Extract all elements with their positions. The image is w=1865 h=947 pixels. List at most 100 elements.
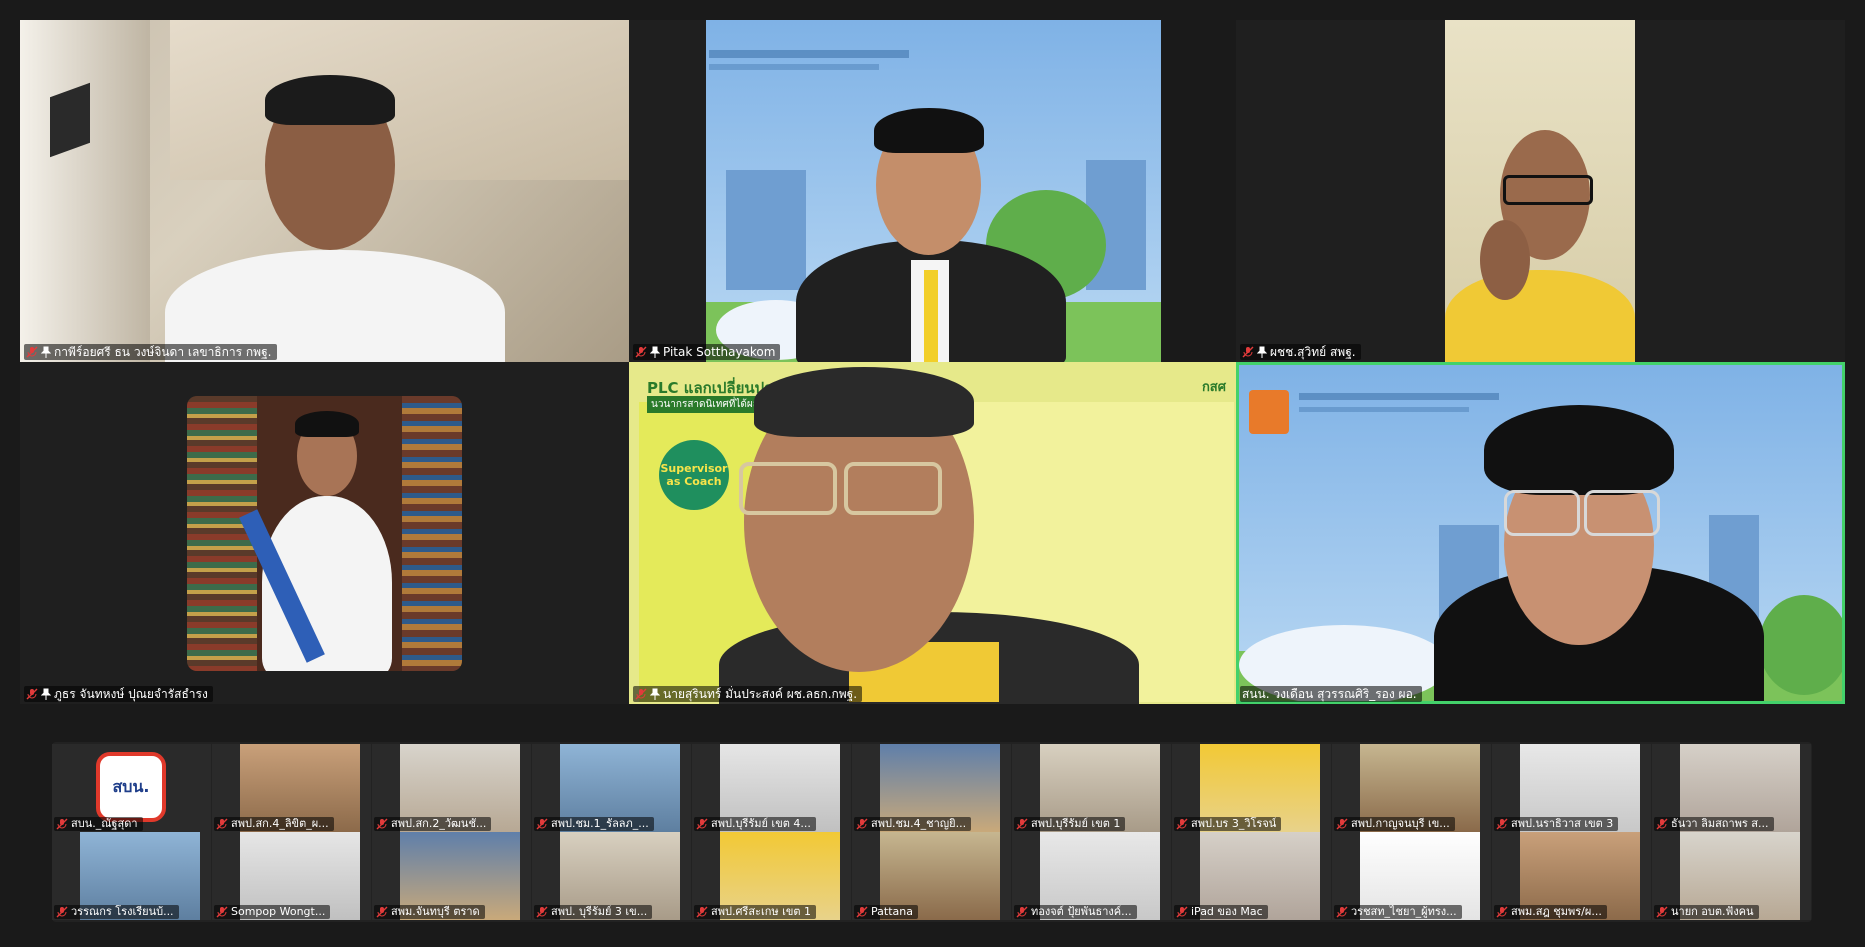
participant-name: วรชสท_ไชยา_ผู้ทรง... [1351, 905, 1457, 918]
participant-name: ภูธร จันทหงษ์ ปุณยจำรัสธำรง [54, 687, 208, 701]
muted-mic-icon [56, 818, 68, 830]
participant-name: นายก อบต.ฟังคน [1671, 905, 1754, 918]
video-feed [20, 20, 629, 362]
thumbnail-tile[interactable]: สพม.สฎ ชุมพร/ผ... [1492, 832, 1651, 920]
video-tile-active-speaker[interactable]: สนน. วงเดือน สุวรรณศิริ_รอง ผอ. [1236, 362, 1845, 704]
muted-mic-icon [1336, 818, 1348, 830]
participant-name: สพป.ชม.1_รัลลภ_... [551, 817, 649, 830]
thumbnail-tile[interactable]: สพป.สก.4_ลิขิต_ผ... [212, 744, 371, 832]
thumbnail-tile[interactable]: สพป.บร 3_วิโรจน์ [1172, 744, 1331, 832]
muted-mic-icon [856, 818, 868, 830]
muted-mic-icon [216, 906, 228, 918]
thumbnail-tile[interactable]: นายก อบต.ฟังคน [1652, 832, 1811, 920]
pin-icon [649, 688, 661, 700]
participant-nameplate: นายก อบต.ฟังคน [1654, 905, 1759, 919]
participant-nameplate: กาพีร์อยศรี ธน วงษ์จินดา เลขาธิการ กพฐ. [24, 344, 277, 360]
video-tile-1[interactable]: กาพีร์อยศรี ธน วงษ์จินดา เลขาธิการ กพฐ. [20, 20, 629, 362]
participant-nameplate: ภูธร จันทหงษ์ ปุณยจำรัสธำรง [24, 686, 213, 702]
participant-name: ผชช.สุวิทย์ สพฐ. [1270, 345, 1356, 359]
video-feed [1239, 365, 1842, 701]
muted-mic-icon [696, 906, 708, 918]
participant-nameplate: นายสุรินทร์ มั่นประสงค์ ผช.ลธก.กพฐ. [633, 686, 863, 702]
thumbnail-tile[interactable]: สบน. สบน._ณัฐสุดา [52, 744, 211, 832]
screen-brand: กสศ [1201, 380, 1226, 395]
participant-nameplate: สพป.นราธิวาส เขต 3 [1494, 817, 1619, 831]
thumbnail-tile[interactable]: Sompop Wongt... [212, 832, 371, 920]
participant-nameplate: สนน. วงเดือน สุวรรณศิริ_รอง ผอ. [1240, 686, 1422, 702]
thumbnail-tile[interactable]: สพป.สก.2_วัฒนชั... [372, 744, 531, 832]
participant-nameplate: วรรณกร โรงเรียนบ้... [54, 905, 179, 919]
pin-icon [40, 688, 52, 700]
participant-name: กาพีร์อยศรี ธน วงษ์จินดา เลขาธิการ กพฐ. [54, 345, 272, 359]
thumbnail-tile[interactable]: สพป. บุรีรัมย์ 3 เข... [532, 832, 691, 920]
video-feed [706, 20, 1161, 362]
muted-mic-icon [216, 818, 228, 830]
participant-name: สพป.บร 3_วิโรจน์ [1191, 817, 1277, 830]
muted-mic-icon [1656, 818, 1668, 830]
muted-mic-icon [696, 818, 708, 830]
pin-icon [40, 346, 52, 358]
video-feed [187, 396, 462, 671]
participant-name: สนน. วงเดือน สุวรรณศิริ_รอง ผอ. [1242, 687, 1417, 701]
muted-mic-icon [1016, 818, 1028, 830]
video-tile-2[interactable]: Pitak Sotthayakom [629, 20, 1161, 362]
pin-icon [1256, 346, 1268, 358]
muted-mic-icon [1176, 906, 1188, 918]
participant-name: สพป.บุรีรัมย์ เขต 4... [711, 817, 811, 830]
participant-name: สพป.กาญจนบุรี เข... [1351, 817, 1450, 830]
video-tile-5[interactable]: PLC แลกเปลี่ยนประสบการณ์ นวนากรสาดนิเทศท… [629, 362, 1238, 704]
participant-nameplate: Sompop Wongt... [214, 905, 331, 919]
participant-name: Sompop Wongt... [231, 905, 326, 918]
participant-nameplate: สพป.กาญจนบุรี เข... [1334, 817, 1455, 831]
participant-name: Pitak Sotthayakom [663, 345, 776, 359]
pin-icon [649, 346, 661, 358]
thumbnail-tile[interactable]: Pattana [852, 832, 1011, 920]
thumbnail-tile[interactable]: สพป.บุรีรัมย์ เขต 1 [1012, 744, 1171, 832]
participant-nameplate: สพป.ชม.4_ชาญยิ... [854, 817, 972, 831]
participant-name: Pattana [871, 905, 913, 918]
participant-nameplate: ธันวา ลิมสถาพร ส... [1654, 817, 1774, 831]
muted-mic-icon [1496, 906, 1508, 918]
obec-logo: สบน. [96, 752, 166, 822]
participant-nameplate: สพป.ศรีสะเกษ เขต 1 [694, 905, 817, 919]
participant-nameplate: ทองจต์ ปุ้ยพันธางค์... [1014, 905, 1137, 919]
participant-nameplate: สพป.บุรีรัมย์ เขต 4... [694, 817, 816, 831]
participant-name: สบน._ณัฐสุดา [71, 817, 138, 830]
video-tile-4[interactable]: ภูธร จันทหงษ์ ปุณยจำรัสธำรง [20, 362, 629, 704]
participant-name: ทองจต์ ปุ้ยพันธางค์... [1031, 905, 1132, 918]
muted-mic-icon [536, 906, 548, 918]
thumbnail-tile[interactable]: สพป.บุรีรัมย์ เขต 4... [692, 744, 851, 832]
participant-name: นายสุรินทร์ มั่นประสงค์ ผช.ลธก.กพฐ. [663, 687, 858, 701]
participant-nameplate: วรชสท_ไชยา_ผู้ทรง... [1334, 905, 1462, 919]
muted-mic-icon [26, 688, 38, 700]
participant-name: สพป.สก.2_วัฒนชั... [391, 817, 487, 830]
thumbnail-tile[interactable]: วรรณกร โรงเรียนบ้... [52, 832, 211, 920]
participant-nameplate: iPad ของ Mac [1174, 905, 1268, 919]
thumbnail-tile[interactable]: ธันวา ลิมสถาพร ส... [1652, 744, 1811, 832]
muted-mic-icon [376, 906, 388, 918]
muted-mic-icon [635, 688, 647, 700]
thumbnail-tile[interactable]: สพป.กาญจนบุรี เข... [1332, 744, 1491, 832]
thumbnail-tile[interactable]: สพม.จันทบุรี ตราด [372, 832, 531, 920]
participant-nameplate: สพม.สฎ ชุมพร/ผ... [1494, 905, 1607, 919]
thumbnail-tile[interactable]: iPad ของ Mac [1172, 832, 1331, 920]
thumbnail-tile[interactable]: วรชสท_ไชยา_ผู้ทรง... [1332, 832, 1491, 920]
participant-name: สพป.ศรีสะเกษ เขต 1 [711, 905, 812, 918]
screen-subtitle: นวนากรสาดนิเทศที่ได้ผล [647, 396, 763, 413]
muted-mic-icon [536, 818, 548, 830]
video-tile-3[interactable]: ผชช.สุวิทย์ สพฐ. [1236, 20, 1845, 362]
thumbnail-tile[interactable]: สพป.ชม.4_ชาญยิ... [852, 744, 1011, 832]
participant-name: สพป.สก.4_ลิขิต_ผ... [231, 817, 329, 830]
muted-mic-icon [1656, 906, 1668, 918]
thumbnail-tile[interactable]: สพป.ศรีสะเกษ เขต 1 [692, 832, 851, 920]
thumbnail-tile[interactable]: สพป.นราธิวาส เขต 3 [1492, 744, 1651, 832]
participant-name: iPad ของ Mac [1191, 905, 1263, 918]
participant-nameplate: ผชช.สุวิทย์ สพฐ. [1240, 344, 1361, 360]
muted-mic-icon [56, 906, 68, 918]
thumbnail-tile[interactable]: สพป.ชม.1_รัลลภ_... [532, 744, 691, 832]
participant-nameplate: สพป.สก.2_วัฒนชั... [374, 817, 492, 831]
participant-name: สพม.สฎ ชุมพร/ผ... [1511, 905, 1602, 918]
participant-nameplate: สพป.ชม.1_รัลลภ_... [534, 817, 654, 831]
thumbnail-tile[interactable]: ทองจต์ ปุ้ยพันธางค์... [1012, 832, 1171, 920]
muted-mic-icon [1336, 906, 1348, 918]
